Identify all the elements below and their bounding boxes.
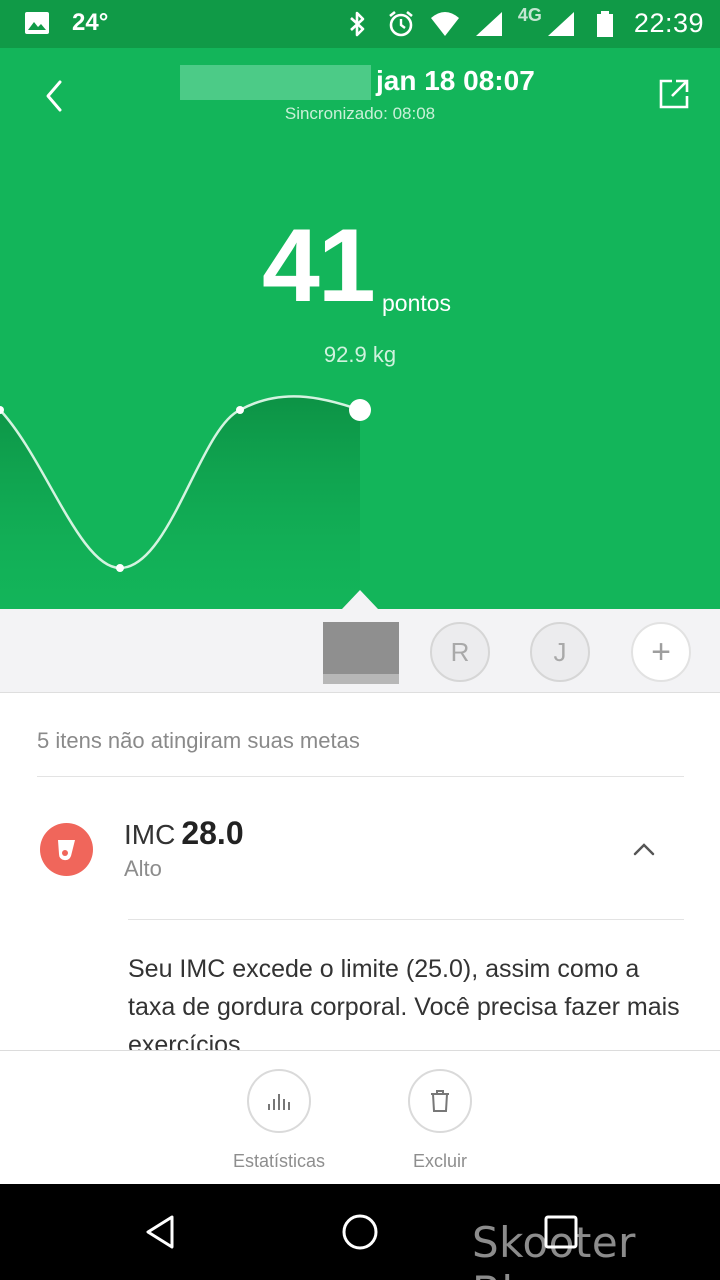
temperature: 24°: [72, 9, 109, 36]
divider: [37, 776, 684, 777]
bar-chart-icon: [268, 1094, 290, 1110]
sync-status: Sincronizado: 08:08: [284, 104, 436, 123]
network-type: 4G: [517, 5, 542, 25]
metric-description: Seu IMC excede o limite (25.0), assim co…: [128, 955, 680, 1050]
profile-selector: R J +: [0, 590, 720, 693]
profile-j[interactable]: J: [530, 622, 590, 682]
profile-r[interactable]: R: [430, 622, 490, 682]
divider: [128, 919, 684, 920]
wifi-icon: [430, 11, 459, 36]
signal-icon: [475, 11, 502, 36]
alarm-icon: [389, 10, 413, 36]
metric-row[interactable]: IMC 28.0: [124, 815, 244, 852]
statistics-circle[interactable]: [247, 1069, 311, 1133]
score-trend-curve[interactable]: [0, 348, 720, 609]
watermark: Skooter Blog: [472, 1218, 636, 1280]
battery-icon: [596, 10, 613, 37]
bluetooth-icon: [350, 11, 365, 36]
score-value: 41: [262, 208, 376, 324]
avatar[interactable]: [323, 622, 399, 684]
metric-value: 28.0: [181, 815, 244, 851]
image-icon: [25, 12, 49, 34]
nav-back-icon[interactable]: [140, 1212, 180, 1252]
nav-home-icon[interactable]: [340, 1212, 380, 1252]
metric-name: IMC: [124, 819, 176, 850]
clock: 22:39: [633, 8, 704, 38]
status-bar: 24° 4G 22:39: [0, 0, 720, 48]
delete-button[interactable]: Excluir: [390, 1069, 490, 1172]
trend-point: [236, 406, 244, 414]
trash-icon: [431, 1090, 449, 1112]
share-icon[interactable]: [654, 74, 694, 114]
delete-circle[interactable]: [408, 1069, 472, 1133]
redacted-name: [180, 65, 371, 100]
trend-point: [116, 564, 124, 572]
measurement-date: jan 18 08:07: [376, 65, 535, 96]
chevron-up-icon[interactable]: [631, 838, 657, 860]
statistics-label: Estatísticas: [232, 1151, 326, 1171]
bmi-icon: [40, 823, 93, 876]
add-profile-button[interactable]: +: [631, 622, 691, 682]
signal-icon: [547, 11, 574, 36]
measurement-header: jan 18 08:07 Sincronizado: 08:08 41 pont…: [0, 48, 720, 609]
score-unit: pontos: [382, 290, 452, 316]
delete-label: Excluir: [412, 1151, 467, 1171]
action-bar: Estatísticas Excluir: [0, 1050, 720, 1184]
metric-status: Alto: [124, 856, 162, 881]
goals-summary: 5 itens não atingiram suas metas: [37, 728, 360, 753]
trend-point-selected: [349, 399, 371, 421]
statistics-button[interactable]: Estatísticas: [229, 1069, 329, 1172]
selection-pointer: [342, 590, 378, 609]
